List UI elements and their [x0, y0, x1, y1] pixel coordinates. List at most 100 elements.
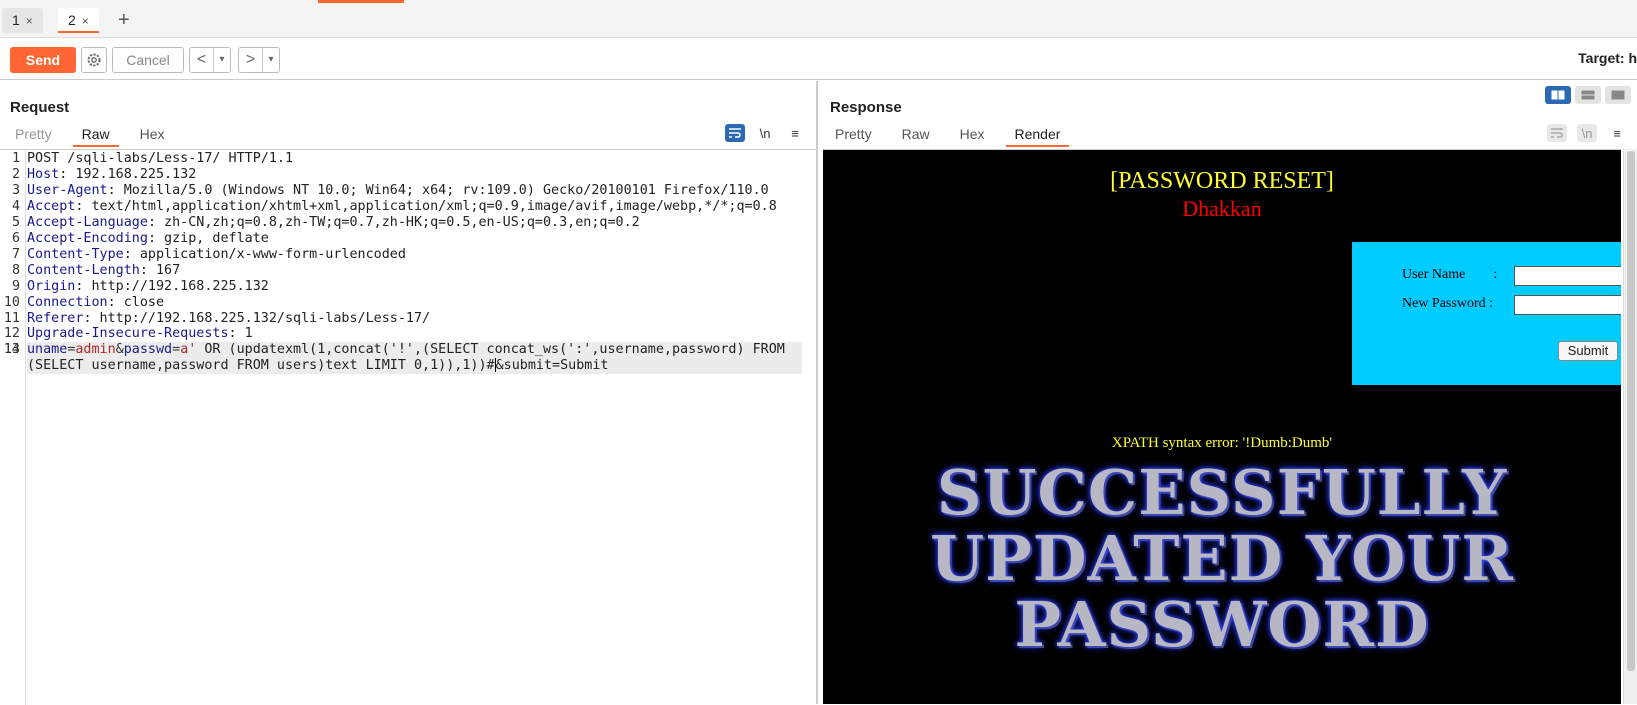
header-name: Connection: [27, 294, 108, 310]
line-text[interactable]: Referer: http://192.168.225.132/sqli-lab…: [27, 311, 802, 327]
line-number: 4: [11, 198, 20, 214]
tab-raw[interactable]: Raw: [893, 123, 939, 147]
header-colon: :: [83, 310, 92, 326]
code-line[interactable]: 12 Upgrade-Insecure-Requests: 1: [4, 326, 815, 342]
line-text[interactable]: Host: 192.168.225.132: [27, 167, 802, 183]
line-text[interactable]: Accept-Encoding: gzip, deflate: [27, 231, 802, 247]
scrollbar-thumb[interactable]: [1627, 151, 1635, 671]
password-label: New Password :: [1402, 296, 1493, 311]
request-tab-1[interactable]: 1 ×: [2, 8, 43, 33]
newline-toggle[interactable]: \n: [1577, 124, 1597, 142]
rendered-response: [PASSWORD RESET] Dhakkan User Name : New…: [823, 149, 1621, 704]
param-separator: &: [115, 342, 124, 358]
code-line[interactable]: 3 User-Agent: Mozilla/5.0 (Windows NT 10.…: [12, 183, 815, 199]
request-subtabs: Pretty Raw Hex: [6, 123, 186, 147]
line-text[interactable]: User-Agent: Mozilla/5.0 (Windows NT 10.0…: [27, 183, 802, 199]
code-line[interactable]: 7 Content-Type: application/x-www-form-ur…: [12, 247, 815, 263]
line-number: 1: [11, 151, 20, 166]
layout-toggle-group: [1545, 86, 1631, 104]
header-name: Content-Length: [27, 262, 140, 278]
split-vertical-layout-button[interactable]: [1575, 86, 1601, 104]
line-number: 5: [11, 214, 20, 230]
chevron-down-icon[interactable]: ▾: [214, 48, 230, 72]
header-colon: :: [139, 262, 148, 278]
tab-render[interactable]: Render: [1005, 123, 1070, 147]
newline-toggle[interactable]: \n: [755, 124, 775, 142]
header-colon: :: [107, 294, 116, 310]
line-number: 7: [11, 246, 20, 262]
wrap-icon: [729, 128, 741, 138]
header-value: application/x-www-form-urlencoded: [131, 246, 406, 262]
header-name: Upgrade-Insecure-Requests: [27, 326, 229, 342]
word-wrap-toggle[interactable]: [725, 124, 745, 142]
cancel-button[interactable]: Cancel: [112, 47, 184, 73]
code-line[interactable]: 4 Accept: text/html,application/xhtml+xml…: [12, 199, 815, 215]
chevron-right-icon[interactable]: >: [239, 48, 263, 72]
tab-pretty[interactable]: Pretty: [826, 123, 881, 147]
chevron-down-icon[interactable]: ▾: [263, 48, 279, 72]
password-reset-form: User Name : New Password : Submit: [1352, 242, 1621, 385]
forward-button[interactable]: > ▾: [238, 47, 280, 73]
tab-strip-accent: [318, 0, 404, 3]
chevron-left-icon[interactable]: <: [190, 48, 214, 72]
request-editor[interactable]: 1 POST /sqli-labs/Less-17/ HTTP/1.1 2 Host:…: [0, 149, 816, 705]
header-value: 192.168.225.132: [67, 166, 197, 182]
header-name: Accept: [27, 198, 76, 214]
line-number: 14: [3, 342, 20, 358]
code-line[interactable]: 11 Referer: http://192.168.225.132/sqli-l…: [4, 311, 815, 327]
code-line[interactable]: 8 Content-Length: 167: [12, 263, 815, 279]
close-icon[interactable]: ×: [82, 14, 89, 28]
line-text[interactable]: Content-Length: 167: [27, 263, 802, 279]
username-label: User Name :: [1402, 267, 1498, 282]
line-text[interactable]: POST /sqli-labs/Less-17/ HTTP/1.1: [27, 151, 802, 167]
target-label[interactable]: Target: h: [1578, 50, 1637, 66]
tab-pretty[interactable]: Pretty: [6, 123, 61, 147]
add-tab-icon[interactable]: +: [118, 8, 130, 32]
line-text[interactable]: Upgrade-Insecure-Requests: 1: [27, 326, 802, 342]
columns-icon: [1551, 90, 1565, 100]
response-subtabs: Pretty Raw Hex Render: [826, 123, 1081, 147]
tabs-layout-button[interactable]: [1605, 86, 1631, 104]
line-text[interactable]: uname=admin&passwd=a' OR (updatexml(1,co…: [27, 342, 802, 375]
split-horizontal-layout-button[interactable]: [1545, 86, 1571, 104]
tab-hex[interactable]: Hex: [131, 123, 174, 147]
code-line[interactable]: 14 uname=admin&passwd=a' OR (updatexml(1,…: [4, 342, 815, 375]
word-wrap-toggle[interactable]: [1547, 124, 1567, 142]
header-colon: :: [107, 182, 116, 198]
line-text[interactable]: Content-Type: application/x-www-form-url…: [27, 247, 802, 263]
close-icon[interactable]: ×: [26, 14, 33, 28]
settings-button[interactable]: [81, 47, 107, 73]
code-line[interactable]: 6 Accept-Encoding: gzip, deflate: [12, 231, 815, 247]
code-line[interactable]: 1 POST /sqli-labs/Less-17/ HTTP/1.1: [12, 151, 815, 167]
code-line[interactable]: 2 Host: 192.168.225.132: [12, 167, 815, 183]
password-input[interactable]: [1514, 295, 1621, 315]
menu-icon[interactable]: ≡: [1607, 124, 1627, 142]
param-key: uname: [27, 342, 68, 358]
tab-raw[interactable]: Raw: [72, 123, 119, 147]
header-value: gzip, deflate: [156, 230, 269, 246]
line-text[interactable]: Accept: text/html,application/xhtml+xml,…: [27, 199, 802, 215]
success-line: UPDATED YOUR: [930, 522, 1514, 595]
line-text[interactable]: Connection: close: [27, 295, 802, 311]
header-name: User-Agent: [27, 182, 108, 198]
tab-hex[interactable]: Hex: [951, 123, 994, 147]
menu-icon[interactable]: ≡: [785, 124, 805, 142]
code-line[interactable]: 10 Connection: close: [4, 295, 815, 311]
header-name: Accept-Language: [27, 214, 148, 230]
submit-button[interactable]: Submit: [1558, 341, 1618, 361]
code-line[interactable]: 9 Origin: http://192.168.225.132: [12, 279, 815, 295]
code-line[interactable]: 5 Accept-Language: zh-CN,zh;q=0.8,zh-TW;q…: [12, 215, 815, 231]
username-input[interactable]: [1514, 266, 1621, 286]
back-button[interactable]: < ▾: [189, 47, 231, 73]
header-value: zh-CN,zh;q=0.8,zh-TW;q=0.7,zh-HK;q=0.5,e…: [156, 214, 640, 230]
send-button[interactable]: Send: [10, 47, 76, 73]
line-text[interactable]: Accept-Language: zh-CN,zh;q=0.8,zh-TW;q=…: [27, 215, 802, 231]
param-payload-tail: &submit=Submit: [495, 358, 609, 374]
request-code[interactable]: 1 POST /sqli-labs/Less-17/ HTTP/1.1 2 Host:…: [4, 150, 815, 375]
render-scrollbar[interactable]: [1623, 149, 1637, 704]
request-title: Request: [10, 99, 70, 116]
line-number: 11: [3, 310, 20, 326]
line-text[interactable]: Origin: http://192.168.225.132: [27, 279, 802, 295]
header-colon: :: [147, 230, 156, 246]
request-tab-2[interactable]: 2 ×: [58, 8, 99, 33]
